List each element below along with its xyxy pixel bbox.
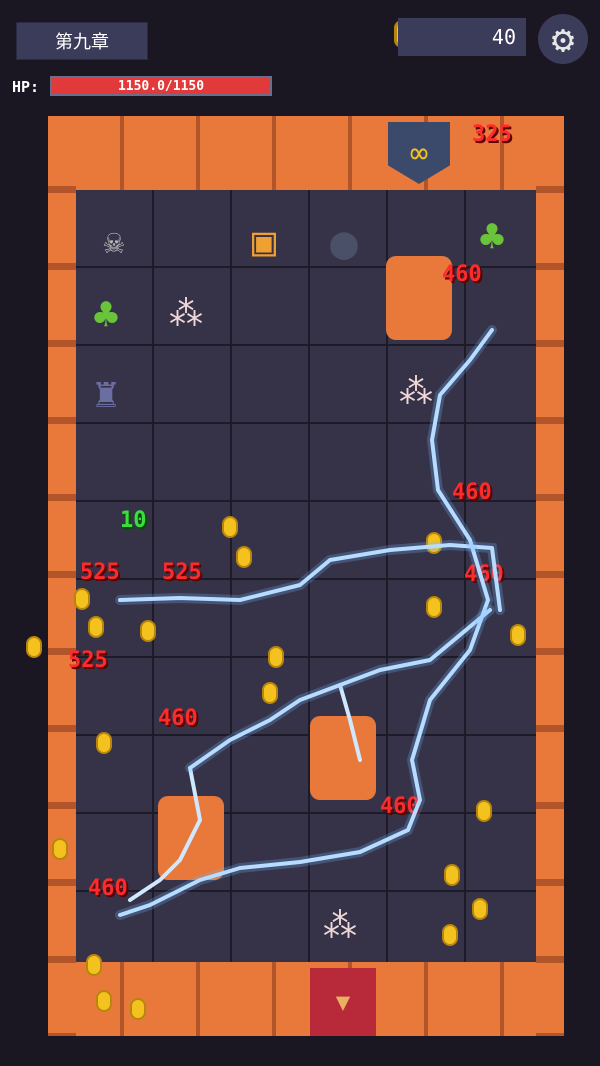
damage-number: 460: [88, 876, 128, 901]
candles-icon[interactable]: ⁂: [386, 362, 446, 422]
coin-pickup[interactable]: [74, 588, 90, 610]
coin-pickup[interactable]: [222, 516, 238, 538]
green-demon-icon[interactable]: ♣: [76, 284, 136, 344]
coin-pickup[interactable]: [510, 624, 526, 646]
coin-pickup[interactable]: [52, 838, 68, 860]
hp-bar: 1150.0/1150: [50, 76, 272, 96]
damage-number: 460: [158, 706, 198, 731]
coin-pickup[interactable]: [96, 732, 112, 754]
wall-right: [536, 116, 564, 1036]
damage-number: 525: [80, 560, 120, 585]
bomb-icon[interactable]: ●: [314, 212, 374, 272]
coin-pickup[interactable]: [426, 532, 442, 554]
coin-counter: 40: [398, 18, 526, 56]
coin-pickup[interactable]: [262, 682, 278, 704]
wall-bottom: [48, 962, 564, 1036]
damage-number: 460: [452, 480, 492, 505]
coin-pickup[interactable]: [86, 954, 102, 976]
candles-icon[interactable]: ⁂: [310, 896, 370, 956]
damage-number: 325: [472, 122, 512, 147]
coin-pickup[interactable]: [140, 620, 156, 642]
coin-pickup[interactable]: [472, 898, 488, 920]
settings-gear-icon[interactable]: ⚙: [538, 14, 588, 64]
coin-pickup[interactable]: [26, 636, 42, 658]
coin-pickup[interactable]: [236, 546, 252, 568]
damage-number: 460: [380, 794, 420, 819]
damage-number: 525: [162, 560, 202, 585]
coin-pickup[interactable]: [88, 616, 104, 638]
coin-pickup[interactable]: [442, 924, 458, 946]
treasure-chest-icon[interactable]: ▣: [234, 212, 294, 272]
coin-pickup[interactable]: [476, 800, 492, 822]
stone-gargoyle-icon[interactable]: ♜: [76, 362, 136, 422]
coin-pickup[interactable]: [444, 864, 460, 886]
wall-left: [48, 116, 76, 1036]
heal-number: 10: [120, 508, 147, 533]
coin-pickup[interactable]: [268, 646, 284, 668]
coin-pickup[interactable]: [96, 990, 112, 1012]
hp-text: 1150.0/1150: [117, 78, 205, 94]
hp-label: HP:: [12, 78, 40, 96]
coin-pickup[interactable]: [426, 596, 442, 618]
green-demon-icon[interactable]: ♣: [462, 206, 522, 266]
chapter-label: 第九章: [16, 22, 148, 60]
candles-icon[interactable]: ⁂: [156, 284, 216, 344]
skull-bones-icon[interactable]: ☠: [84, 212, 144, 272]
damage-number: 460: [442, 262, 482, 287]
red-door-banner-icon[interactable]: ▼: [310, 968, 376, 1036]
damage-number: 525: [68, 648, 108, 673]
orange-barrel-icon[interactable]: [310, 716, 376, 800]
dungeon-board: ☠ ▣ ● ♣ ♣ ⁂ ♜ ⁂ ⁂ ∞ ▼ 10 325 460 460 460…: [48, 116, 564, 1036]
orange-barrel-icon[interactable]: [158, 796, 224, 880]
damage-number: 460: [464, 562, 504, 587]
coin-pickup[interactable]: [130, 998, 146, 1020]
